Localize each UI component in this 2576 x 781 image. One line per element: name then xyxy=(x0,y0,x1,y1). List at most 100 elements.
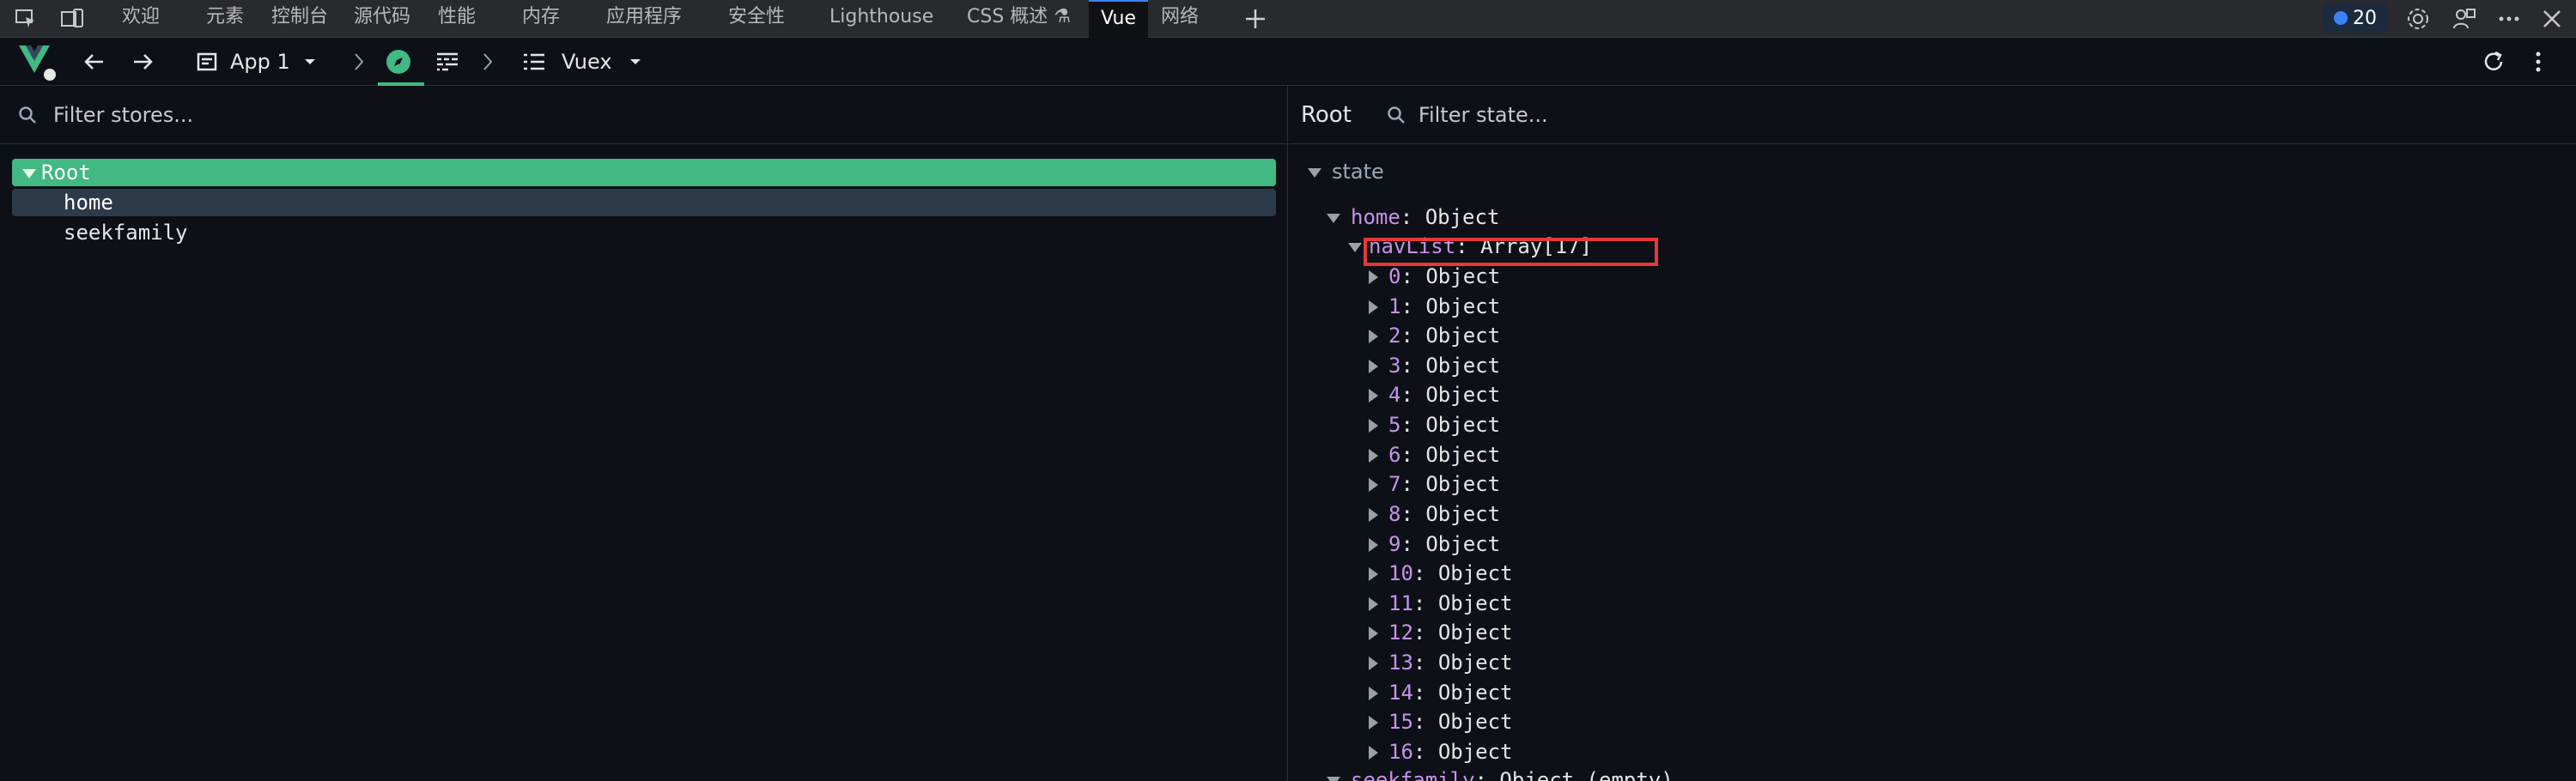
expand-arrow-icon[interactable] xyxy=(1369,508,1378,522)
store-item-root[interactable]: Root xyxy=(12,159,1276,186)
state-key: 11 xyxy=(1388,591,1413,615)
expand-arrow-icon[interactable] xyxy=(1369,746,1378,760)
state-row-item[interactable]: 10: Object xyxy=(1369,559,1513,588)
tab-security[interactable]: 安全性 xyxy=(728,0,785,38)
state-row-item[interactable]: 15: Object xyxy=(1369,707,1513,736)
device-toolbar-icon[interactable] xyxy=(58,5,86,33)
filter-stores-input[interactable] xyxy=(53,102,568,127)
state-key: 12 xyxy=(1388,621,1413,645)
tab-performance[interactable]: 性能 xyxy=(438,0,476,38)
state-row-item[interactable]: 5: Object xyxy=(1369,410,1500,439)
expand-arrow-icon[interactable] xyxy=(1369,300,1378,314)
more-vertical-icon[interactable] xyxy=(2530,38,2547,86)
store-label: seekfamily xyxy=(64,221,188,245)
state-row-item[interactable]: 3: Object xyxy=(1369,351,1500,380)
state-key: 10 xyxy=(1388,561,1413,585)
state-key: 14 xyxy=(1388,681,1413,705)
forward-arrow-icon[interactable] xyxy=(131,38,155,86)
state-key: 2 xyxy=(1388,324,1401,348)
state-row-seekfamily[interactable]: seekfamily: Object (empty) xyxy=(1327,766,1674,781)
state-row-item[interactable]: 7: Object xyxy=(1369,469,1500,499)
expand-arrow-icon[interactable] xyxy=(1369,716,1378,730)
state-row-item[interactable]: 12: Object xyxy=(1369,618,1513,647)
filter-state-input[interactable] xyxy=(1418,102,1934,127)
collapse-arrow-icon[interactable] xyxy=(1327,776,1340,781)
expand-arrow-icon[interactable] xyxy=(1369,627,1378,640)
back-arrow-icon[interactable] xyxy=(82,38,106,86)
collapse-arrow-icon[interactable] xyxy=(1327,213,1340,223)
expand-arrow-icon[interactable] xyxy=(1369,419,1378,433)
state-row-home[interactable]: home: Object xyxy=(1327,203,1499,232)
expand-arrow-icon[interactable] xyxy=(1369,538,1378,552)
expand-arrow-icon[interactable] xyxy=(1369,330,1378,343)
filter-stores-bar xyxy=(0,86,1288,144)
state-section-header[interactable]: state xyxy=(1308,160,1384,184)
state-row-item[interactable]: 14: Object xyxy=(1369,678,1513,707)
expand-arrow-icon[interactable] xyxy=(1369,478,1378,492)
state-row-item[interactable]: 13: Object xyxy=(1369,648,1513,677)
tab-network[interactable]: 网络 xyxy=(1161,0,1199,38)
state-key: 16 xyxy=(1388,740,1413,764)
store-item-home[interactable]: home xyxy=(12,189,1276,216)
inspector-title: Root xyxy=(1301,101,1352,128)
expand-arrow-icon[interactable] xyxy=(1369,270,1378,284)
customize-devtools-icon[interactable] xyxy=(2451,5,2478,33)
collapse-arrow-icon[interactable] xyxy=(1308,167,1321,178)
expand-arrow-icon[interactable] xyxy=(1369,567,1378,581)
state-row-item[interactable]: 1: Object xyxy=(1369,292,1500,321)
issues-badge[interactable]: 20 xyxy=(2323,3,2388,33)
tab-application[interactable]: 应用程序 xyxy=(606,0,682,38)
state-value: Object xyxy=(1425,413,1501,437)
inspect-element-icon[interactable] xyxy=(12,5,39,33)
store-item-seekfamily[interactable]: seekfamily xyxy=(12,219,1276,246)
refresh-icon[interactable] xyxy=(2482,38,2506,86)
expand-arrow-icon[interactable] xyxy=(1369,687,1378,700)
more-options-icon[interactable] xyxy=(2495,5,2523,33)
expand-arrow-icon[interactable] xyxy=(22,168,36,179)
tab-css-overview[interactable]: CSS 概述 ⚗ xyxy=(967,0,1071,38)
state-row-item[interactable]: 11: Object xyxy=(1369,589,1513,618)
state-row-item[interactable]: 0: Object xyxy=(1369,262,1500,291)
state-row-item[interactable]: 2: Object xyxy=(1369,321,1500,350)
vuex-label: Vuex xyxy=(562,50,612,74)
chevron-down-icon xyxy=(629,59,641,64)
state-row-item[interactable]: 6: Object xyxy=(1369,440,1500,469)
expand-arrow-icon[interactable] xyxy=(1369,597,1378,611)
tab-vue[interactable]: Vue xyxy=(1089,0,1149,38)
search-icon xyxy=(1388,106,1405,124)
search-icon xyxy=(19,106,36,124)
state-value: Object xyxy=(1425,354,1501,378)
breadcrumb-separator-icon xyxy=(352,38,366,86)
expand-arrow-icon[interactable] xyxy=(1369,657,1378,670)
close-devtools-icon[interactable] xyxy=(2538,5,2566,33)
tab-welcome[interactable]: 欢迎 xyxy=(122,0,160,38)
expand-arrow-icon[interactable] xyxy=(1369,389,1378,403)
issues-icon xyxy=(2334,11,2348,25)
tab-sources[interactable]: 源代码 xyxy=(354,0,410,38)
expand-arrow-icon[interactable] xyxy=(1369,449,1378,463)
state-value: Object xyxy=(1437,651,1513,675)
state-key: 9 xyxy=(1388,532,1401,556)
add-tab-icon[interactable] xyxy=(1242,5,1269,33)
collapse-arrow-icon[interactable] xyxy=(1348,242,1362,252)
timeline-icon[interactable] xyxy=(434,38,460,86)
state-key: seekfamily xyxy=(1351,768,1475,781)
state-row-item[interactable]: 9: Object xyxy=(1369,530,1500,559)
state-value: Object xyxy=(1425,264,1501,288)
state-row-item[interactable]: 8: Object xyxy=(1369,499,1500,529)
state-key: 8 xyxy=(1388,502,1401,526)
state-row-item[interactable]: 4: Object xyxy=(1369,380,1500,409)
state-value: Object xyxy=(1425,294,1501,318)
tab-elements[interactable]: 元素 xyxy=(206,0,244,38)
vuex-inspector-selector[interactable]: Vuex xyxy=(522,38,643,86)
settings-gear-icon[interactable] xyxy=(2404,5,2432,33)
state-value: Object xyxy=(1425,443,1501,467)
tab-memory[interactable]: 内存 xyxy=(522,0,560,38)
expand-arrow-icon[interactable] xyxy=(1369,360,1378,373)
tab-console[interactable]: 控制台 xyxy=(271,0,328,38)
state-row-item[interactable]: 16: Object xyxy=(1369,737,1513,766)
app-selector[interactable]: App 1 xyxy=(196,38,318,86)
components-compass-icon[interactable] xyxy=(385,38,412,86)
state-key: 0 xyxy=(1388,264,1401,288)
tab-lighthouse[interactable]: Lighthouse xyxy=(829,0,933,38)
